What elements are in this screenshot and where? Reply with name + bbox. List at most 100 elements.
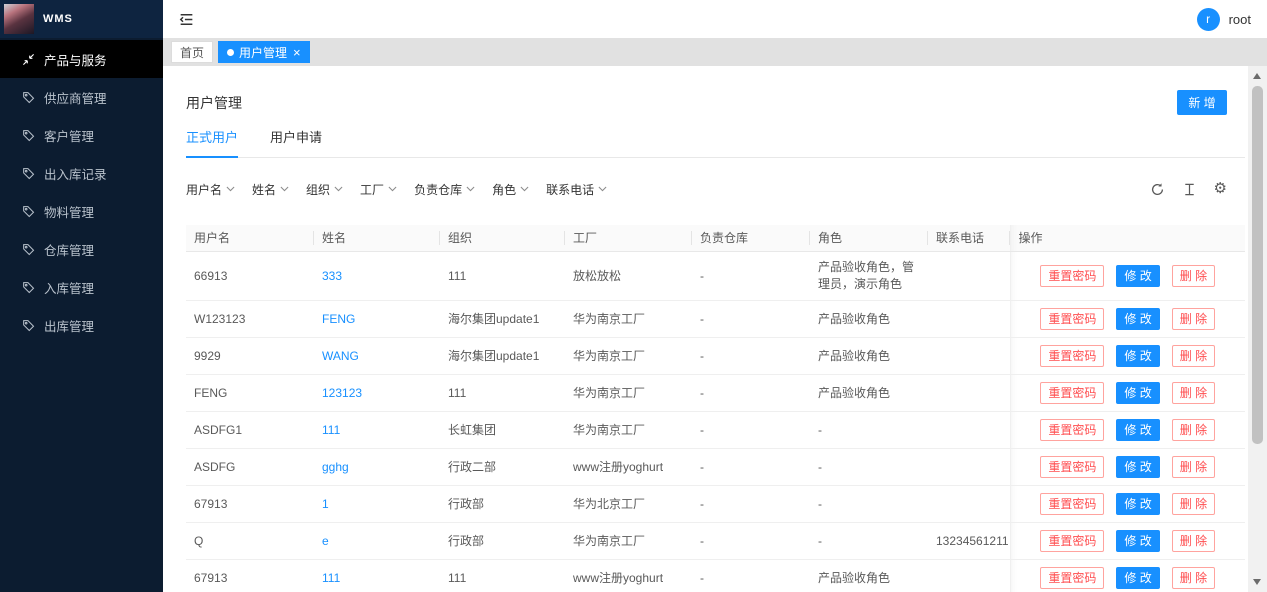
- delete-button[interactable]: 删 除: [1172, 456, 1215, 478]
- sidebar-item-7[interactable]: 出库管理: [0, 306, 163, 344]
- delete-button[interactable]: 删 除: [1172, 265, 1215, 287]
- column-header-3: 工厂: [565, 225, 692, 252]
- cell-role: 产品验收角色: [810, 560, 928, 592]
- sidebar-item-4[interactable]: 物料管理: [0, 192, 163, 230]
- filter-dropdown-1[interactable]: 姓名: [252, 181, 289, 198]
- cell-role: 产品验收角色: [810, 375, 928, 412]
- reset-password-button[interactable]: 重置密码: [1040, 456, 1104, 478]
- filter-dropdown-3[interactable]: 工厂: [360, 181, 397, 198]
- filter-label: 姓名: [252, 181, 276, 198]
- edit-button[interactable]: 修 改: [1116, 265, 1159, 287]
- refresh-icon[interactable]: [1150, 182, 1165, 197]
- shrink-icon: [22, 53, 35, 66]
- cell-role: -: [810, 486, 928, 523]
- reset-password-button[interactable]: 重置密码: [1040, 265, 1104, 287]
- filter-dropdown-5[interactable]: 角色: [492, 181, 529, 198]
- reset-password-button[interactable]: 重置密码: [1040, 530, 1104, 552]
- user-name-link[interactable]: 111: [322, 571, 340, 585]
- filter-label: 联系电话: [546, 181, 594, 198]
- add-button[interactable]: 新 增: [1177, 90, 1227, 115]
- sidebar-item-3[interactable]: 出入库记录: [0, 154, 163, 192]
- chevron-down-icon: [226, 186, 235, 192]
- vertical-scrollbar[interactable]: [1248, 66, 1267, 592]
- sidebar-item-1[interactable]: 供应商管理: [0, 78, 163, 116]
- content-tab-1[interactable]: 用户申请: [270, 127, 322, 157]
- reset-password-button[interactable]: 重置密码: [1040, 382, 1104, 404]
- user-avatar: r: [1197, 8, 1220, 31]
- nav-tabstrip: 首页用户管理×: [163, 38, 1267, 66]
- edit-button[interactable]: 修 改: [1116, 456, 1159, 478]
- delete-button[interactable]: 删 除: [1172, 382, 1215, 404]
- cell-org: 长虹集团: [440, 412, 565, 449]
- sidebar-item-0[interactable]: 产品与服务: [0, 40, 163, 78]
- user-name-link[interactable]: 1: [322, 497, 329, 511]
- user-name-link[interactable]: FENG: [322, 312, 355, 326]
- column-height-icon[interactable]: [1182, 182, 1197, 197]
- cell-warehouse: -: [692, 412, 810, 449]
- filter-label: 组织: [306, 181, 330, 198]
- filter-dropdown-2[interactable]: 组织: [306, 181, 343, 198]
- sidebar-item-5[interactable]: 仓库管理: [0, 230, 163, 268]
- reset-password-button[interactable]: 重置密码: [1040, 308, 1104, 330]
- reset-password-button[interactable]: 重置密码: [1040, 567, 1104, 589]
- user-name-link[interactable]: e: [322, 534, 329, 548]
- edit-button[interactable]: 修 改: [1116, 308, 1159, 330]
- scroll-down-icon[interactable]: [1253, 579, 1261, 585]
- edit-button[interactable]: 修 改: [1116, 493, 1159, 515]
- cell-phone: [928, 560, 1010, 592]
- user-menu[interactable]: r root: [1197, 8, 1251, 31]
- cell-role: 产品验收角色: [810, 301, 928, 338]
- close-icon[interactable]: ×: [293, 46, 301, 59]
- edit-button[interactable]: 修 改: [1116, 419, 1159, 441]
- delete-button[interactable]: 删 除: [1172, 345, 1215, 367]
- filter-dropdown-6[interactable]: 联系电话: [546, 181, 607, 198]
- page-title: 用户管理: [186, 90, 242, 113]
- delete-button[interactable]: 删 除: [1172, 493, 1215, 515]
- edit-button[interactable]: 修 改: [1116, 567, 1159, 589]
- edit-button[interactable]: 修 改: [1116, 382, 1159, 404]
- user-name-link[interactable]: WANG: [322, 349, 359, 363]
- delete-button[interactable]: 删 除: [1172, 419, 1215, 441]
- tag-icon: [22, 167, 35, 180]
- delete-button[interactable]: 删 除: [1172, 567, 1215, 589]
- filter-label: 工厂: [360, 181, 384, 198]
- sidebar-item-6[interactable]: 入库管理: [0, 268, 163, 306]
- content-wrap: 用户管理 新 增 正式用户用户申请 用户名姓名组织工厂负责仓库角色联系电话 ⚙ …: [163, 66, 1267, 592]
- reset-password-button[interactable]: 重置密码: [1040, 493, 1104, 515]
- filter-dropdown-4[interactable]: 负责仓库: [414, 181, 475, 198]
- cell-name: WANG: [314, 338, 440, 375]
- nav-tab-1[interactable]: 用户管理×: [218, 41, 310, 63]
- filter-items: 用户名 姓名 组织 工厂 负责仓库角色联系电话: [186, 181, 624, 198]
- user-name-link[interactable]: 123123: [322, 386, 362, 400]
- reset-password-button[interactable]: 重置密码: [1040, 419, 1104, 441]
- cell-name: 1: [314, 486, 440, 523]
- user-name-link[interactable]: gghg: [322, 460, 349, 474]
- nav-tab-0[interactable]: 首页: [171, 41, 213, 63]
- cell-factory: 华为南京工厂: [565, 523, 692, 560]
- menu-fold-icon[interactable]: [178, 11, 195, 28]
- scroll-up-icon[interactable]: [1253, 73, 1261, 79]
- filter-dropdown-0[interactable]: 用户名: [186, 181, 235, 198]
- sidebar-item-label: 入库管理: [44, 278, 94, 297]
- nav-tab-label: 首页: [180, 44, 204, 61]
- cell-actions: 重置密码修 改删 除: [1010, 412, 1245, 449]
- cell-actions: 重置密码修 改删 除: [1010, 560, 1245, 592]
- content-tab-0[interactable]: 正式用户: [186, 127, 238, 157]
- edit-button[interactable]: 修 改: [1116, 530, 1159, 552]
- sidebar-item-2[interactable]: 客户管理: [0, 116, 163, 154]
- table-row: 679131行政部华为北京工厂--重置密码修 改删 除: [186, 486, 1245, 523]
- delete-button[interactable]: 删 除: [1172, 308, 1215, 330]
- cell-phone: [928, 301, 1010, 338]
- cell-role: -: [810, 412, 928, 449]
- chevron-down-icon: [466, 186, 475, 192]
- reset-password-button[interactable]: 重置密码: [1040, 345, 1104, 367]
- logo-text: WMS: [43, 13, 73, 25]
- user-name-link[interactable]: 111: [322, 423, 340, 437]
- column-header-6: 联系电话: [928, 225, 1010, 252]
- filter-label: 用户名: [186, 181, 222, 198]
- user-name-link[interactable]: 333: [322, 269, 342, 283]
- edit-button[interactable]: 修 改: [1116, 345, 1159, 367]
- app-window: WMS 产品与服务供应商管理客户管理出入库记录物料管理仓库管理入库管理出库管理 …: [0, 0, 1267, 592]
- scrollbar-thumb[interactable]: [1252, 86, 1263, 444]
- delete-button[interactable]: 删 除: [1172, 530, 1215, 552]
